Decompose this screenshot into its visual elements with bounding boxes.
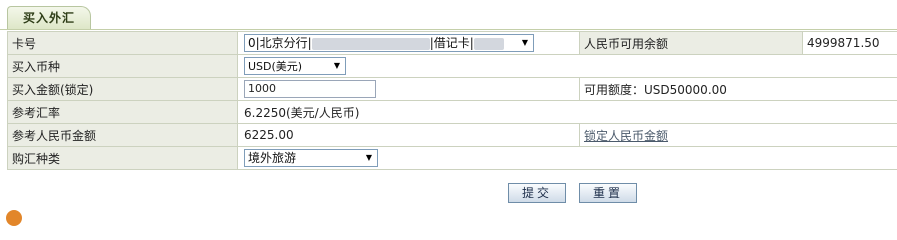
purchase-type-label: 购汇种类 — [7, 146, 238, 170]
purchase-type-cell: 境外旅游 ▼ — [237, 146, 897, 170]
chevron-down-icon[interactable]: ▼ — [517, 35, 533, 51]
tab-divider — [0, 29, 897, 30]
row-rmb-amount: 参考人民币金额 6225.00 锁定人民币金额 — [7, 123, 897, 147]
rmb-balance-label: 人民币可用余额 — [579, 31, 803, 55]
row-currency: 买入币种 USD(美元) ▼ — [7, 54, 897, 78]
rmb-balance-value: 4999871.50 — [802, 31, 897, 55]
lock-rmb-cell: 锁定人民币金额 — [579, 123, 897, 147]
chevron-down-icon[interactable]: ▼ — [329, 58, 345, 74]
lock-rmb-link[interactable]: 锁定人民币金额 — [584, 129, 668, 143]
card-holder-masked — [473, 37, 504, 50]
chevron-down-icon[interactable]: ▼ — [361, 150, 377, 166]
amount-label: 买入金额(锁定) — [7, 77, 238, 101]
submit-button[interactable]: 提交 — [508, 183, 566, 203]
amount-input[interactable]: 1000 — [244, 80, 376, 98]
card-select-type: |借记卡| — [429, 36, 474, 50]
row-rate: 参考汇率 6.2250(美元/人民币) — [7, 100, 897, 124]
card-number-masked — [311, 37, 430, 50]
available-quota: 可用额度：USD50000.00 — [579, 77, 897, 101]
purchase-type-select[interactable]: 境外旅游 ▼ — [244, 149, 378, 167]
currency-select[interactable]: USD(美元) ▼ — [244, 57, 346, 75]
card-select[interactable]: 0|北京分行| |借记卡| ▼ — [244, 34, 534, 52]
card-select-prefix: 0|北京分行| — [248, 36, 312, 50]
amount-cell: 1000 — [237, 77, 580, 101]
currency-label: 买入币种 — [7, 54, 238, 78]
tab-buy-forex[interactable]: 买入外汇 — [7, 6, 91, 30]
tab-bar: 买入外汇 — [0, 0, 897, 30]
rmb-amount-label: 参考人民币金额 — [7, 123, 238, 147]
row-card: 卡号 0|北京分行| |借记卡| ▼ 人民币可用余额 4999871.50 — [7, 31, 897, 55]
currency-select-value: USD(美元) — [248, 60, 303, 73]
buy-forex-form: 卡号 0|北京分行| |借记卡| ▼ 人民币可用余额 4999871.50 买入币… — [7, 31, 897, 170]
reset-button[interactable]: 重置 — [579, 183, 637, 203]
rate-label: 参考汇率 — [7, 100, 238, 124]
card-cell: 0|北京分行| |借记卡| ▼ — [237, 31, 580, 55]
purchase-type-value: 境外旅游 — [248, 151, 297, 165]
row-purchase-type: 购汇种类 境外旅游 ▼ — [7, 146, 897, 170]
help-icon — [6, 210, 22, 226]
currency-cell: USD(美元) ▼ — [237, 54, 897, 78]
row-amount: 买入金额(锁定) 1000 可用额度：USD50000.00 — [7, 77, 897, 101]
rmb-amount-value: 6225.00 — [237, 123, 580, 147]
card-label: 卡号 — [7, 31, 238, 55]
rate-value: 6.2250(美元/人民币) — [237, 100, 897, 124]
